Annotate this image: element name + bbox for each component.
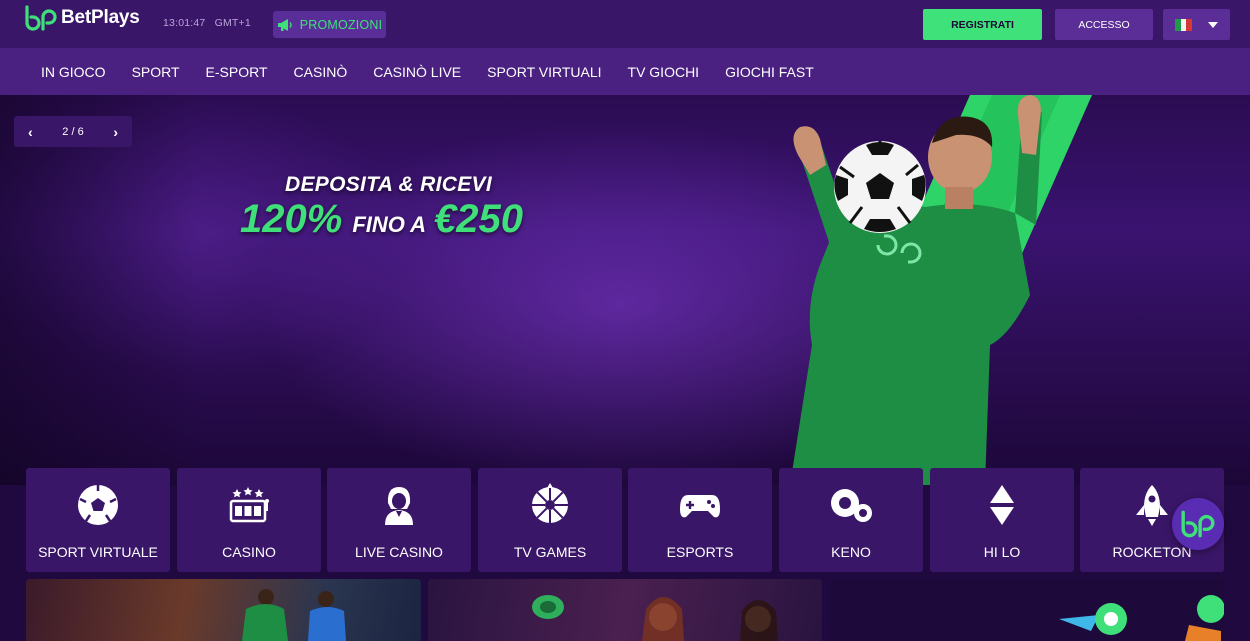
dealer-icon [377, 483, 421, 527]
language-selector[interactable] [1163, 9, 1230, 40]
nav-item-casino[interactable]: CASINÒ [281, 64, 361, 80]
soccer-player-image [790, 95, 1092, 485]
hero-percent: 120% [240, 197, 343, 241]
casino-dealers-image [532, 595, 778, 641]
register-button[interactable]: REGISTRATI [923, 9, 1042, 40]
tile-tv-games[interactable]: TV GAMES [478, 468, 622, 572]
brand-logo[interactable]: BetPlays [24, 5, 140, 31]
nav-item-sport[interactable]: SPORT [119, 64, 193, 80]
hero-upto: FINO A [352, 212, 427, 237]
hero-banner[interactable]: ‹ 2 / 6 › DEPOSITA & RICEVI 120% FINO A … [0, 95, 1250, 485]
tile-label: TV GAMES [513, 544, 587, 560]
nav-item-tv-giochi[interactable]: TV GIOCHI [615, 64, 713, 80]
slot-machine-icon [227, 483, 271, 527]
tile-hi-lo[interactable]: HI LO [930, 468, 1074, 572]
nav-item-e-sport[interactable]: E-SPORT [193, 64, 281, 80]
tile-label: KENO [831, 544, 871, 560]
hero-headline: DEPOSITA & RICEVI [285, 173, 492, 196]
top-bar: BetPlays 13:01:47 GMT+1 PROMOZIONI REGIS… [0, 0, 1250, 48]
up-down-arrows-icon [980, 483, 1024, 527]
betplays-logo-icon [25, 5, 57, 31]
tile-casino[interactable]: CASINO [177, 468, 321, 572]
tile-esports[interactable]: ESPORTS [628, 468, 772, 572]
slider-position: 2 / 6 [62, 125, 84, 138]
chevron-right-icon[interactable]: › [113, 124, 118, 140]
megaphone-icon [277, 18, 292, 31]
tile-sport-virtuale[interactable]: SPORT VIRTUALE [26, 468, 170, 572]
nav-item-giochi-fast[interactable]: GIOCHI FAST [712, 64, 827, 80]
rocket-icon [1130, 483, 1174, 527]
tile-keno[interactable]: KENO [779, 468, 923, 572]
roulette-wheel-icon [528, 483, 572, 527]
promotions-label: PROMOZIONI [299, 17, 383, 32]
clock-time: 13:01:47 [163, 17, 206, 29]
tile-label: HI LO [983, 544, 1021, 560]
soccer-ball-icon [76, 483, 120, 527]
lottery-balls-image [1059, 595, 1224, 641]
games-promo-card[interactable] [829, 579, 1224, 641]
tile-label: ROCKETON [1112, 544, 1192, 560]
tile-label: LIVE CASINO [355, 544, 443, 560]
chevron-left-icon[interactable]: ‹ [28, 124, 33, 140]
tile-live-casino[interactable]: LIVE CASINO [327, 468, 471, 572]
clock-timezone: GMT+1 [214, 17, 251, 29]
italy-flag-icon [1175, 18, 1193, 31]
main-nav: IN GIOCO SPORT E-SPORT CASINÒ CASINÒ LIV… [0, 48, 1250, 95]
hero-amount: €250 [434, 197, 524, 241]
nav-item-casino-live[interactable]: CASINÒ LIVE [360, 64, 474, 80]
nav-item-sport-virtuali[interactable]: SPORT VIRTUALI [474, 64, 614, 80]
tile-label: ESPORTS [666, 544, 734, 560]
slider-control: ‹ 2 / 6 › [14, 116, 132, 147]
brand-name: BetPlays [61, 7, 140, 28]
clock: 13:01:47 GMT+1 [163, 17, 257, 29]
chevron-down-icon [1208, 21, 1218, 28]
betplays-chat-icon [1181, 510, 1215, 538]
login-button[interactable]: ACCESSO [1055, 9, 1153, 40]
gamepad-icon [678, 483, 722, 527]
category-tiles: SPORT VIRTUALE CASINO LIVE CASINO TV GAM… [26, 468, 1224, 572]
chat-button[interactable] [1172, 498, 1224, 550]
hero-offer: 120% FINO A €250 [240, 197, 523, 242]
sport-players-image [242, 589, 346, 641]
promo-cards [26, 579, 1224, 641]
keno-balls-icon [829, 483, 873, 527]
casino-promo-card[interactable] [428, 579, 822, 641]
tile-label: CASINO [222, 544, 276, 560]
sport-promo-card[interactable] [26, 579, 421, 641]
tile-label: SPORT VIRTUALE [38, 544, 158, 560]
promotions-button[interactable]: PROMOZIONI [273, 11, 386, 38]
nav-item-in-gioco[interactable]: IN GIOCO [28, 64, 119, 80]
hero-shade [0, 95, 200, 485]
